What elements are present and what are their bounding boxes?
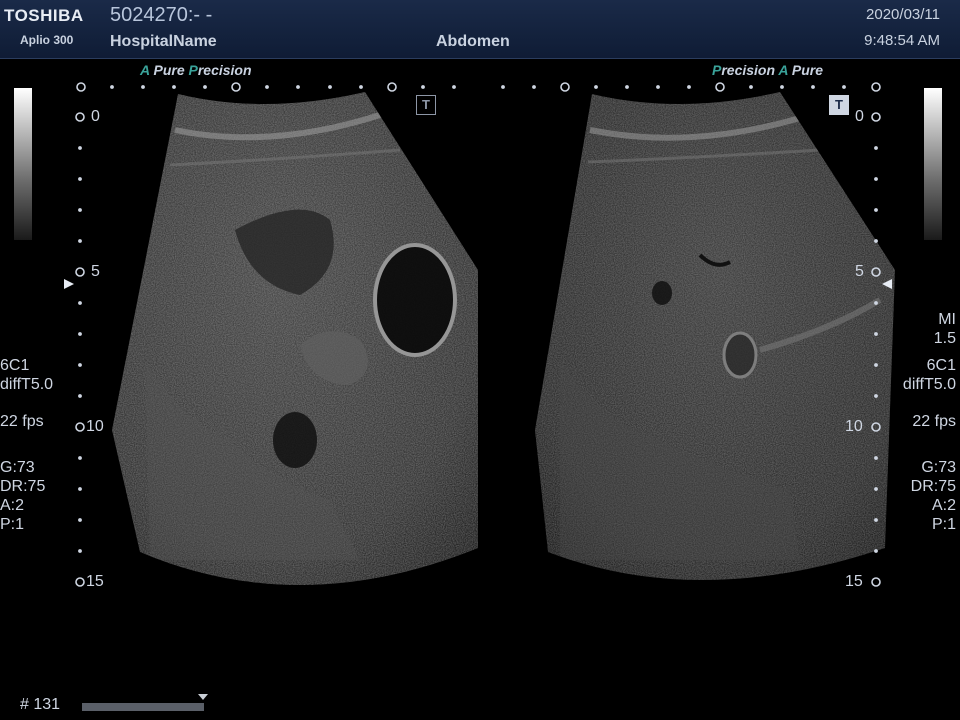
right-grayscale-bar bbox=[924, 88, 942, 240]
right-probe: 6C1 bbox=[926, 357, 956, 374]
t-mark-icon-active[interactable]: T bbox=[829, 95, 849, 115]
left-probe: 6C1 bbox=[0, 357, 30, 374]
left-params-gain: G:73 DR:75 A:2 P:1 bbox=[0, 458, 45, 534]
right-params-mi: MI 1.5 bbox=[934, 310, 956, 348]
cine-frame-counter: # 131 bbox=[20, 696, 61, 713]
left-depth-scale bbox=[75, 112, 85, 587]
right-probe-badge: Precision A Pure bbox=[712, 62, 824, 78]
right-gain: G:73 bbox=[921, 459, 956, 476]
left-gain: G:73 bbox=[0, 459, 35, 476]
right-params-gain: G:73 DR:75 A:2 P:1 bbox=[911, 458, 956, 534]
mi-value: 1.5 bbox=[933, 330, 956, 347]
right-fps: 22 fps bbox=[912, 413, 956, 430]
t-mark-icon[interactable]: T bbox=[416, 95, 436, 115]
left-depth-0: 0 bbox=[91, 108, 100, 125]
ultrasound-display bbox=[64, 82, 895, 587]
left-depth-5: 5 bbox=[91, 263, 100, 280]
left-depth-15: 15 bbox=[86, 573, 104, 590]
right-dr: DR:75 bbox=[910, 478, 956, 495]
left-p: P:1 bbox=[0, 516, 25, 533]
left-params-probe: 6C1 diffT5.0 bbox=[0, 356, 53, 394]
right-params-probe: 6C1 diffT5.0 bbox=[903, 356, 956, 394]
cine-position-marker-icon[interactable] bbox=[198, 694, 208, 700]
left-a: A:2 bbox=[0, 497, 25, 514]
right-a: A:2 bbox=[931, 497, 956, 514]
left-dr: DR:75 bbox=[0, 478, 46, 495]
right-mode: diffT5.0 bbox=[902, 376, 956, 393]
right-depth-0: 0 bbox=[855, 108, 864, 125]
right-depth-15: 15 bbox=[845, 573, 863, 590]
mi-label: MI bbox=[938, 311, 956, 328]
left-probe-badge: A Pure Precision bbox=[140, 62, 252, 78]
right-depth-5: 5 bbox=[855, 263, 864, 280]
left-ultrasound-image bbox=[112, 92, 478, 586]
focus-triangle-icon[interactable] bbox=[64, 279, 74, 289]
top-scale-markers bbox=[76, 82, 881, 92]
left-grayscale-bar bbox=[14, 88, 32, 240]
left-fps: 22 fps bbox=[0, 413, 44, 430]
cine-scrollbar[interactable] bbox=[82, 703, 204, 711]
right-depth-10: 10 bbox=[845, 418, 863, 435]
left-mode: diffT5.0 bbox=[0, 376, 54, 393]
right-ultrasound-image bbox=[535, 92, 895, 581]
right-p: P:1 bbox=[931, 516, 956, 533]
left-depth-10: 10 bbox=[86, 418, 104, 435]
